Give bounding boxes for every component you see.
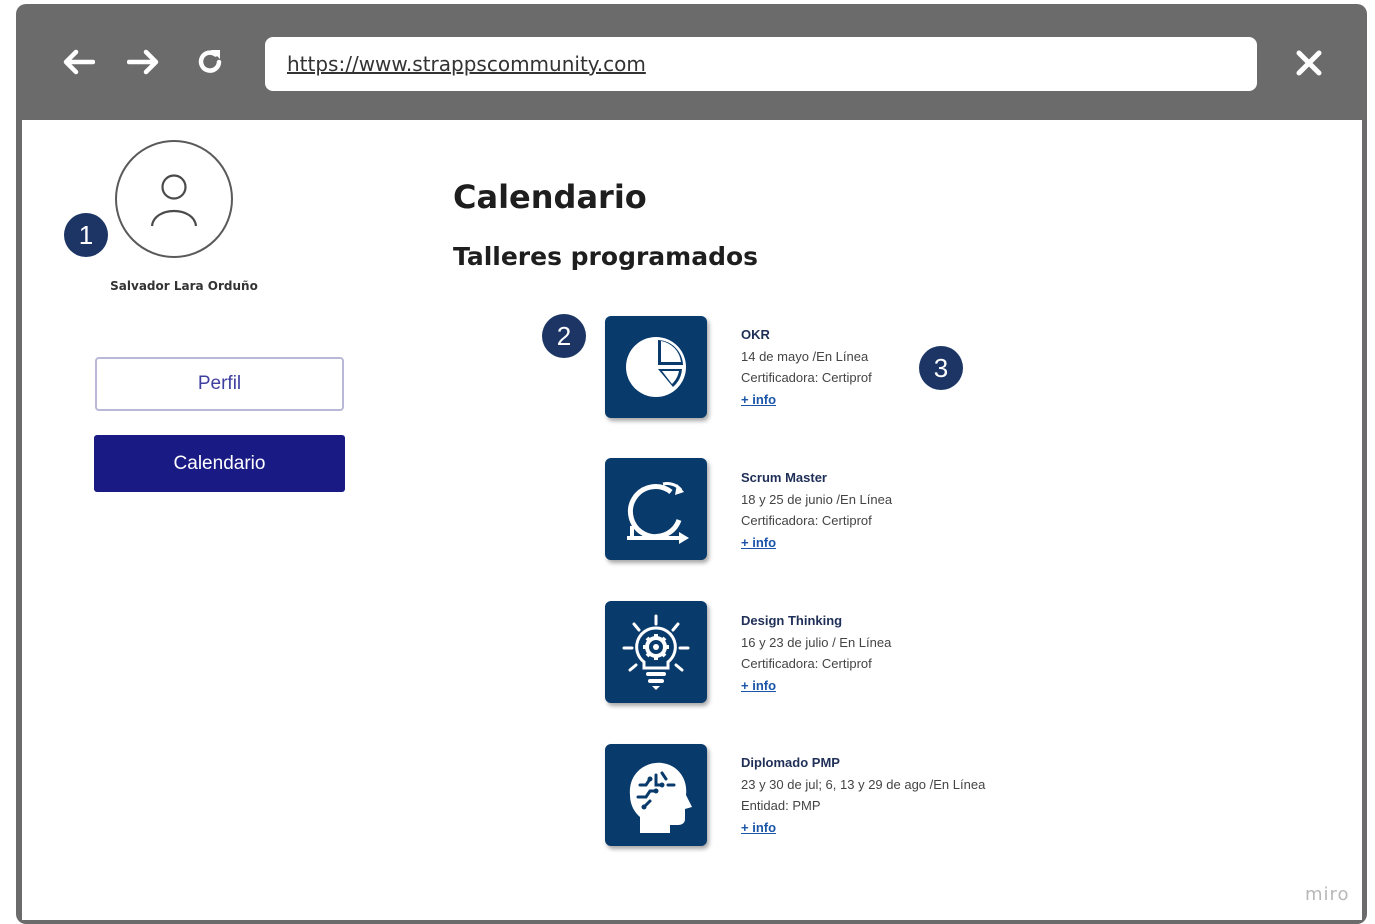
close-icon	[1296, 50, 1322, 76]
section-title: Talleres programados	[453, 242, 759, 271]
workshop-title: Diplomado PMP	[741, 755, 840, 770]
workshop-tile-design-thinking[interactable]	[605, 601, 707, 703]
annotation-badge-3: 3	[919, 346, 963, 390]
pie-chart-icon	[626, 337, 686, 397]
workshop-tile-pmp[interactable]	[605, 744, 707, 846]
workshop-info-okr: OKR 14 de mayo /En Línea Certificadora: …	[741, 324, 872, 410]
refresh-icon	[198, 50, 222, 73]
scrum-cycle-icon	[627, 482, 689, 544]
user-icon	[150, 174, 198, 227]
address-bar[interactable]: https://www.strappscommunity.com	[265, 37, 1257, 91]
reload-button[interactable]	[188, 40, 232, 84]
workshop-more-info-link[interactable]: + info	[741, 532, 892, 554]
lightbulb-gear-icon	[622, 614, 690, 690]
user-name: Salvador Lara Orduño	[110, 279, 258, 293]
workshop-info-pmp: Diplomado PMP 23 y 30 de jul; 6, 13 y 29…	[741, 752, 985, 838]
calendario-button[interactable]: Calendario	[94, 435, 345, 492]
workshop-date: 23 y 30 de jul; 6, 13 y 29 de ago /En Lí…	[741, 776, 986, 792]
workshop-more-info-link[interactable]: + info	[741, 389, 872, 411]
workshop-date: 16 y 23 de julio / En Línea	[741, 634, 892, 650]
workshop-more-info-link[interactable]: + info	[741, 817, 985, 839]
workshop-more-info-link[interactable]: + info	[741, 675, 891, 697]
workshop-org: Certificadora: Certiprof	[741, 656, 872, 671]
url-text: https://www.strappscommunity.com	[287, 52, 646, 76]
page-title: Calendario	[453, 178, 647, 216]
workshop-org: Entidad: PMP	[741, 798, 821, 813]
workshop-date: 14 de mayo /En Línea	[741, 348, 869, 364]
annotation-badge-1: 1	[64, 213, 108, 257]
back-button[interactable]	[56, 40, 100, 84]
perfil-button[interactable]: Perfil	[95, 357, 344, 411]
annotation-badge-2: 2	[542, 314, 586, 358]
arrow-right-icon	[127, 49, 159, 75]
workshop-tile-scrum[interactable]	[605, 458, 707, 560]
workshop-title: Scrum Master	[741, 470, 827, 485]
workshop-title: Design Thinking	[741, 613, 843, 628]
workshop-info-scrum: Scrum Master 18 y 25 de junio /En Línea …	[741, 467, 892, 553]
workshop-title: OKR	[741, 327, 770, 342]
avatar[interactable]	[115, 140, 233, 258]
miro-watermark: miro	[1305, 884, 1350, 905]
workshop-tile-okr[interactable]	[605, 316, 707, 418]
forward-button[interactable]	[122, 40, 166, 84]
workshop-date: 18 y 25 de junio /En Línea	[741, 491, 893, 507]
workshop-org: Certificadora: Certiprof	[741, 513, 872, 528]
workshop-info-design-thinking: Design Thinking 16 y 23 de julio / En Lí…	[741, 610, 891, 696]
close-button[interactable]	[1286, 40, 1332, 86]
brain-head-icon	[629, 762, 692, 833]
arrow-left-icon	[63, 49, 95, 75]
workshop-org: Certificadora: Certiprof	[741, 370, 872, 385]
